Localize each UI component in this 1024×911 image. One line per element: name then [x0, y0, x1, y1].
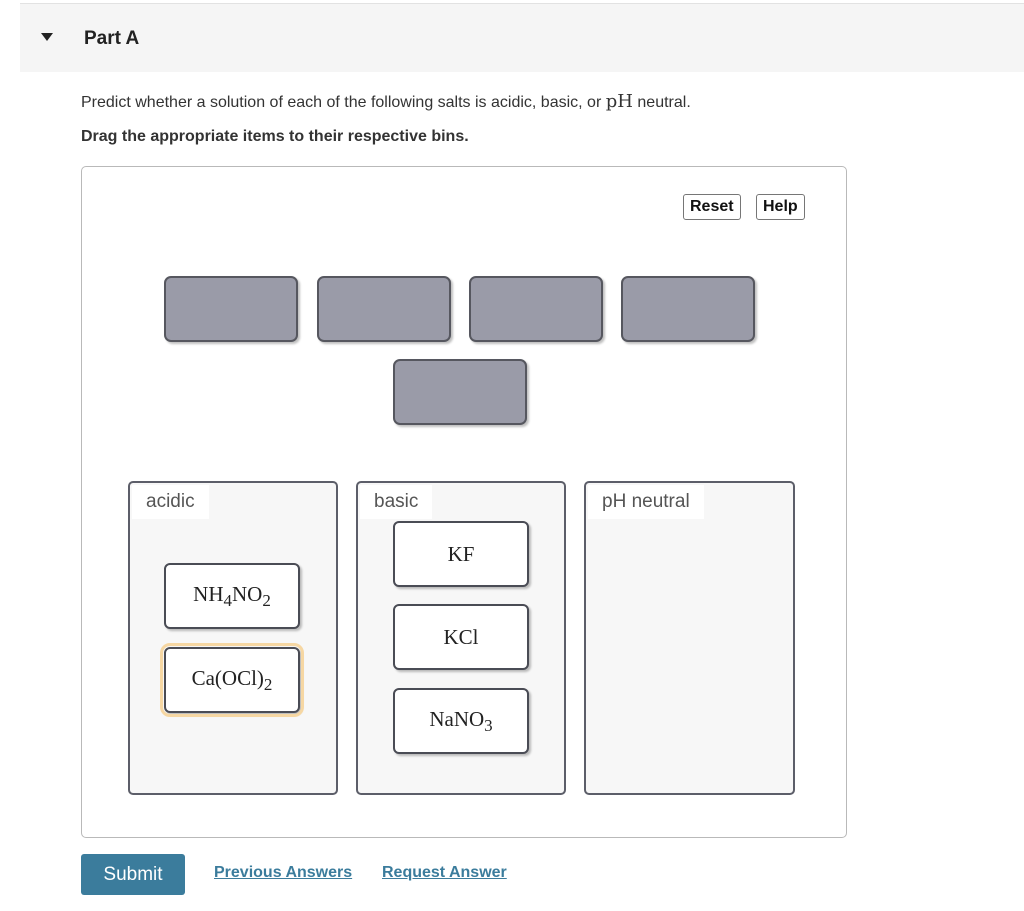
collapse-caret-icon[interactable] [41, 33, 53, 41]
part-title: Part A [84, 28, 140, 49]
formula-label: KF [447, 541, 475, 566]
bin-label: acidic [132, 485, 209, 519]
bin-ph-neutral[interactable]: pH neutral [584, 481, 795, 795]
question-prompt: Predict whether a solution of each of th… [81, 91, 691, 112]
empty-source-slot [469, 276, 603, 342]
request-answer-link[interactable]: Request Answer [382, 864, 507, 882]
reset-button[interactable]: Reset [683, 194, 741, 220]
bin-label: pH neutral [588, 485, 704, 519]
part-header[interactable] [20, 4, 1024, 72]
submit-button[interactable]: Submit [81, 854, 185, 895]
formula-label: Ca(OCl)2 [191, 665, 273, 694]
instruction-text: Drag the appropriate items to their resp… [81, 128, 469, 145]
formula-label: NaNO3 [429, 706, 493, 735]
empty-source-slot [164, 276, 298, 342]
draggable-item-kf[interactable]: KF [393, 521, 529, 587]
draggable-item-kcl[interactable]: KCl [393, 604, 529, 670]
formula-label: KCl [443, 624, 479, 649]
prompt-math-ph: pH [605, 91, 633, 112]
draggable-item-caocl2[interactable]: Ca(OCl)2 [160, 643, 304, 717]
previous-answers-link[interactable]: Previous Answers [214, 864, 352, 882]
prompt-text-before: Predict whether a solution of each of th… [81, 94, 606, 111]
formula-label: NH4NO2 [193, 581, 271, 610]
draggable-item-nano3[interactable]: NaNO3 [393, 688, 529, 754]
prompt-text-after: neutral. [632, 94, 691, 111]
empty-source-slot [621, 276, 755, 342]
draggable-item-nh4no2[interactable]: NH4NO2 [164, 563, 300, 629]
empty-source-slot [393, 359, 527, 425]
help-button[interactable]: Help [756, 194, 805, 220]
bin-label: basic [360, 485, 433, 519]
empty-source-slot [317, 276, 451, 342]
bin-acidic[interactable]: acidic [128, 481, 338, 795]
